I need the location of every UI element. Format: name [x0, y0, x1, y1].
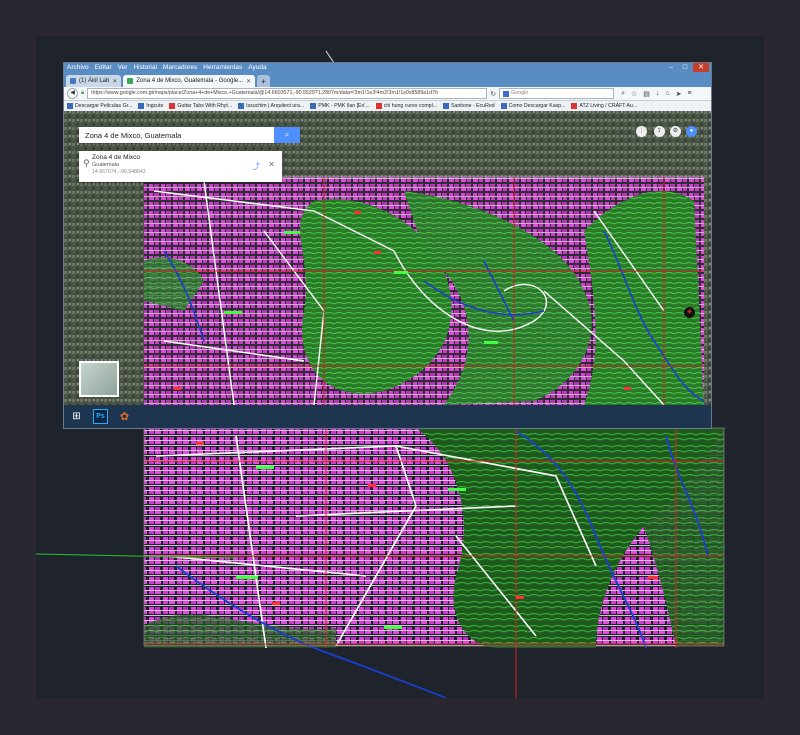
tab-close-icon[interactable]: ✕ [246, 78, 251, 85]
bookmark-icon [67, 103, 73, 109]
location-pin-icon: ⚲ [83, 158, 90, 168]
menu-item-ver[interactable]: Ver [118, 63, 128, 73]
windows-taskbar: ⊞ Ps ✿ [64, 405, 711, 428]
satellite-map-with-cad-overlay[interactable]: Zona 4 de Mixco, Guatemala ✕ ⌕ ⚲ Zona 4 … [64, 111, 711, 405]
place-subtitle: Guatemala [92, 162, 119, 168]
avatar[interactable]: ● [686, 126, 697, 137]
url-bar[interactable]: https://www.google.com.gt/maps/place/Zon… [87, 88, 488, 99]
hamburger-menu-icon[interactable]: ≡ [688, 90, 692, 98]
menu-item-historial[interactable]: Historial [133, 63, 156, 73]
bookmark-icon [169, 103, 176, 109]
tab-akil-lab[interactable]: (1) Ákil Lab ✕ [66, 75, 122, 87]
bookmark-icon [571, 103, 578, 109]
earth-view-thumbnail[interactable] [79, 361, 119, 397]
apps-grid-icon[interactable]: ⋮ [636, 126, 647, 137]
google-icon [503, 90, 510, 97]
menu-item-marcadores[interactable]: Marcadores [163, 63, 197, 73]
search-placeholder: Google [511, 90, 529, 96]
share-icon[interactable]: ⇪ [654, 126, 665, 137]
place-title: Zona 4 de Mixco [92, 154, 141, 161]
minimize-icon[interactable]: – [665, 63, 677, 72]
map-search-input[interactable]: Zona 4 de Mixco, Guatemala [79, 131, 270, 140]
back-icon[interactable]: ◀ [67, 88, 78, 99]
toolbar-icons: ⌕ ☆ ▤ ↓ ⌂ ➤ ≡ [621, 90, 692, 98]
menu-item-herramientas[interactable]: Herramientas [203, 63, 242, 73]
bookmark-icon [443, 103, 450, 109]
download-icon[interactable]: ↓ [656, 90, 660, 98]
bookmark-icon [500, 103, 507, 109]
bookmark-item[interactable]: Ingcute [138, 103, 163, 109]
menu-item-editar[interactable]: Editar [95, 63, 112, 73]
tab-close-icon[interactable]: ✕ [112, 78, 117, 85]
lock-icon: 🔒︎ [81, 90, 85, 96]
map-search-button[interactable]: ⌕ [274, 127, 300, 143]
window-controls: – □ ✕ [665, 63, 709, 72]
browser-window: Archivo Editar Ver Historial Marcadores … [64, 63, 711, 428]
bookmark-item[interactable]: Descargar Peliculas Gr... [67, 103, 132, 109]
map-search-box[interactable]: Zona 4 de Mixco, Guatemala ✕ [79, 127, 282, 143]
bookmark-item[interactable]: Sanitone - EcuRed [443, 103, 495, 109]
clipboard-icon[interactable]: ▤ [643, 90, 650, 98]
place-coordinates: 14.667074, -90.548643 [92, 169, 146, 175]
maps-favicon-icon [127, 78, 134, 84]
search-icon[interactable]: ⌕ [621, 90, 625, 98]
menu-bar: Archivo Editar Ver Historial Marcadores … [64, 63, 711, 73]
bookmark-icon [238, 103, 245, 109]
paw-app-icon[interactable]: ✿ [118, 410, 131, 423]
tab-title: Zona 4 de Mixco, Guatemala - Google... [136, 78, 244, 84]
bookmark-icon [375, 103, 382, 109]
star-icon[interactable]: ☆ [631, 90, 637, 98]
bookmark-icon [310, 103, 317, 109]
home-icon[interactable]: ⌂ [665, 90, 669, 98]
menu-item-ayuda[interactable]: Ayuda [248, 63, 266, 73]
menu-item-archivo[interactable]: Archivo [67, 63, 89, 73]
bookmark-icon [138, 103, 145, 109]
reload-icon[interactable]: ↻ [490, 90, 496, 98]
place-result-card[interactable]: ⚲ Zona 4 de Mixco Guatemala 14.667074, -… [79, 151, 282, 182]
windows-start-icon[interactable]: ⊞ [70, 410, 83, 423]
tab-title: (1) Ákil Lab [79, 78, 110, 84]
compass-icon[interactable]: ◈ [684, 307, 695, 318]
bookmark-item[interactable]: Issuchim | Arquitect ura... [238, 103, 304, 109]
tab-google-maps[interactable]: Zona 4 de Mixco, Guatemala - Google... ✕ [123, 75, 256, 87]
tab-bar: (1) Ákil Lab ✕ Zona 4 de Mixco, Guatemal… [64, 73, 711, 87]
send-icon[interactable]: ➤ [676, 90, 682, 98]
new-tab-button[interactable]: + [257, 75, 270, 87]
close-card-icon[interactable]: ✕ [268, 160, 275, 169]
settings-icon[interactable]: ⚙ [670, 126, 681, 137]
bookmark-item[interactable]: Como Descargar Kasp... [500, 103, 565, 109]
navigation-bar: ◀ 🔒︎ https://www.google.com.gt/maps/plac… [64, 87, 711, 101]
bookmark-item[interactable]: chi hung cures compl... [375, 103, 437, 109]
bookmark-item[interactable]: PMK - PMK Ilan [En'... [310, 103, 370, 109]
bookmark-item[interactable]: Guitar Tabs With Rhyt... [169, 103, 232, 109]
maximize-icon[interactable]: □ [679, 63, 691, 72]
bookmark-item[interactable]: ATZ Living / CRAFT Au... [571, 103, 637, 109]
close-icon[interactable]: ✕ [693, 63, 709, 72]
favicon-icon [70, 78, 76, 84]
directions-icon[interactable]: ⤴ [252, 161, 260, 172]
browser-search-input[interactable]: Google [499, 88, 615, 99]
photoshop-icon[interactable]: Ps [93, 409, 108, 424]
